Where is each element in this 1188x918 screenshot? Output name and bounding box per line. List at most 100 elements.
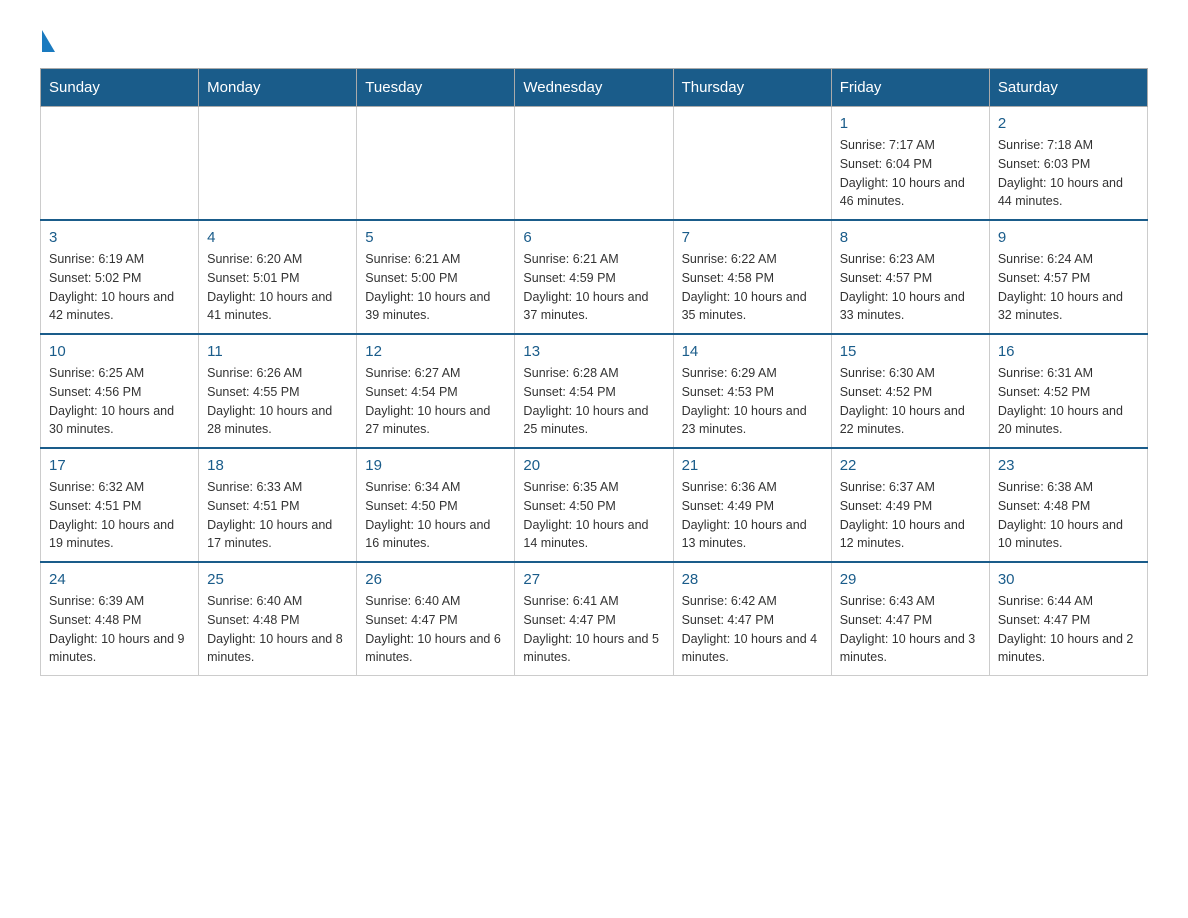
day-number: 25 <box>207 571 348 588</box>
header-cell-tuesday: Tuesday <box>357 69 515 107</box>
day-cell <box>673 107 831 221</box>
day-info: Sunrise: 6:42 AM Sunset: 4:47 PM Dayligh… <box>682 592 823 667</box>
day-info: Sunrise: 6:40 AM Sunset: 4:48 PM Dayligh… <box>207 592 348 667</box>
day-info: Sunrise: 6:41 AM Sunset: 4:47 PM Dayligh… <box>523 592 664 667</box>
day-info: Sunrise: 6:34 AM Sunset: 4:50 PM Dayligh… <box>365 478 506 553</box>
day-number: 14 <box>682 343 823 360</box>
day-number: 17 <box>49 457 190 474</box>
day-info: Sunrise: 6:37 AM Sunset: 4:49 PM Dayligh… <box>840 478 981 553</box>
day-number: 19 <box>365 457 506 474</box>
day-number: 13 <box>523 343 664 360</box>
day-cell: 16 Sunrise: 6:31 AM Sunset: 4:52 PM Dayli… <box>989 334 1147 448</box>
week-row-2: 3 Sunrise: 6:19 AM Sunset: 5:02 PM Daylig… <box>41 220 1148 334</box>
day-cell <box>41 107 199 221</box>
day-cell: 20 Sunrise: 6:35 AM Sunset: 4:50 PM Dayli… <box>515 448 673 562</box>
day-cell: 30 Sunrise: 6:44 AM Sunset: 4:47 PM Dayli… <box>989 562 1147 676</box>
day-cell: 14Sunrise: 6:29 AM Sunset: 4:53 PM Dayli… <box>673 334 831 448</box>
day-cell: 4Sunrise: 6:20 AM Sunset: 5:01 PM Daylig… <box>199 220 357 334</box>
day-cell: 13 Sunrise: 6:28 AM Sunset: 4:54 PM Dayli… <box>515 334 673 448</box>
day-cell: 10 Sunrise: 6:25 AM Sunset: 4:56 PM Dayli… <box>41 334 199 448</box>
day-info: Sunrise: 6:38 AM Sunset: 4:48 PM Dayligh… <box>998 478 1139 553</box>
day-info: Sunrise: 6:20 AM Sunset: 5:01 PM Dayligh… <box>207 250 348 325</box>
day-info: Sunrise: 6:27 AM Sunset: 4:54 PM Dayligh… <box>365 364 506 439</box>
header-cell-thursday: Thursday <box>673 69 831 107</box>
day-info: Sunrise: 6:39 AM Sunset: 4:48 PM Dayligh… <box>49 592 190 667</box>
day-number: 3 <box>49 229 190 246</box>
day-number: 27 <box>523 571 664 588</box>
day-number: 21 <box>682 457 823 474</box>
day-cell <box>357 107 515 221</box>
header-cell-monday: Monday <box>199 69 357 107</box>
day-number: 5 <box>365 229 506 246</box>
day-cell: 24 Sunrise: 6:39 AM Sunset: 4:48 PM Dayli… <box>41 562 199 676</box>
day-info: Sunrise: 6:24 AM Sunset: 4:57 PM Dayligh… <box>998 250 1139 325</box>
day-cell: 29 Sunrise: 6:43 AM Sunset: 4:47 PM Dayli… <box>831 562 989 676</box>
day-number: 7 <box>682 229 823 246</box>
day-cell: 18Sunrise: 6:33 AM Sunset: 4:51 PM Dayli… <box>199 448 357 562</box>
day-info: Sunrise: 6:26 AM Sunset: 4:55 PM Dayligh… <box>207 364 348 439</box>
calendar-table: SundayMondayTuesdayWednesdayThursdayFrid… <box>40 68 1148 676</box>
day-cell <box>199 107 357 221</box>
day-number: 8 <box>840 229 981 246</box>
day-number: 30 <box>998 571 1139 588</box>
day-info: Sunrise: 6:43 AM Sunset: 4:47 PM Dayligh… <box>840 592 981 667</box>
week-row-5: 24 Sunrise: 6:39 AM Sunset: 4:48 PM Dayli… <box>41 562 1148 676</box>
day-info: Sunrise: 6:30 AM Sunset: 4:52 PM Dayligh… <box>840 364 981 439</box>
day-info: Sunrise: 6:31 AM Sunset: 4:52 PM Dayligh… <box>998 364 1139 439</box>
day-info: Sunrise: 6:32 AM Sunset: 4:51 PM Dayligh… <box>49 478 190 553</box>
day-number: 28 <box>682 571 823 588</box>
day-cell: 7 Sunrise: 6:22 AM Sunset: 4:58 PM Daylig… <box>673 220 831 334</box>
day-cell: 28 Sunrise: 6:42 AM Sunset: 4:47 PM Dayli… <box>673 562 831 676</box>
day-info: Sunrise: 6:36 AM Sunset: 4:49 PM Dayligh… <box>682 478 823 553</box>
day-info: Sunrise: 6:21 AM Sunset: 5:00 PM Dayligh… <box>365 250 506 325</box>
week-row-1: 1 Sunrise: 7:17 AM Sunset: 6:04 PM Daylig… <box>41 107 1148 221</box>
week-row-4: 17 Sunrise: 6:32 AM Sunset: 4:51 PM Dayli… <box>41 448 1148 562</box>
day-cell: 9 Sunrise: 6:24 AM Sunset: 4:57 PM Daylig… <box>989 220 1147 334</box>
day-cell: 22 Sunrise: 6:37 AM Sunset: 4:49 PM Dayli… <box>831 448 989 562</box>
day-cell: 2 Sunrise: 7:18 AM Sunset: 6:03 PM Daylig… <box>989 107 1147 221</box>
header-cell-saturday: Saturday <box>989 69 1147 107</box>
day-number: 23 <box>998 457 1139 474</box>
day-cell: 25 Sunrise: 6:40 AM Sunset: 4:48 PM Dayli… <box>199 562 357 676</box>
day-info: Sunrise: 6:19 AM Sunset: 5:02 PM Dayligh… <box>49 250 190 325</box>
logo-triangle-icon <box>42 30 55 52</box>
day-cell: 11Sunrise: 6:26 AM Sunset: 4:55 PM Dayli… <box>199 334 357 448</box>
day-cell: 21 Sunrise: 6:36 AM Sunset: 4:49 PM Dayli… <box>673 448 831 562</box>
day-info: Sunrise: 6:22 AM Sunset: 4:58 PM Dayligh… <box>682 250 823 325</box>
day-info: Sunrise: 7:18 AM Sunset: 6:03 PM Dayligh… <box>998 136 1139 211</box>
day-cell: 5 Sunrise: 6:21 AM Sunset: 5:00 PM Daylig… <box>357 220 515 334</box>
day-number: 22 <box>840 457 981 474</box>
day-info: Sunrise: 6:44 AM Sunset: 4:47 PM Dayligh… <box>998 592 1139 667</box>
calendar-body: 1 Sunrise: 7:17 AM Sunset: 6:04 PM Daylig… <box>41 107 1148 676</box>
header <box>40 30 1148 48</box>
day-number: 15 <box>840 343 981 360</box>
day-cell: 15 Sunrise: 6:30 AM Sunset: 4:52 PM Dayli… <box>831 334 989 448</box>
day-cell: 23 Sunrise: 6:38 AM Sunset: 4:48 PM Dayli… <box>989 448 1147 562</box>
day-info: Sunrise: 6:23 AM Sunset: 4:57 PM Dayligh… <box>840 250 981 325</box>
day-cell: 3 Sunrise: 6:19 AM Sunset: 5:02 PM Daylig… <box>41 220 199 334</box>
day-info: Sunrise: 7:17 AM Sunset: 6:04 PM Dayligh… <box>840 136 981 211</box>
day-number: 29 <box>840 571 981 588</box>
day-cell: 1 Sunrise: 7:17 AM Sunset: 6:04 PM Daylig… <box>831 107 989 221</box>
logo <box>40 30 55 52</box>
calendar-header: SundayMondayTuesdayWednesdayThursdayFrid… <box>41 69 1148 107</box>
day-number: 2 <box>998 115 1139 132</box>
day-info: Sunrise: 6:21 AM Sunset: 4:59 PM Dayligh… <box>523 250 664 325</box>
day-number: 24 <box>49 571 190 588</box>
day-info: Sunrise: 6:40 AM Sunset: 4:47 PM Dayligh… <box>365 592 506 667</box>
day-number: 26 <box>365 571 506 588</box>
day-number: 1 <box>840 115 981 132</box>
day-number: 6 <box>523 229 664 246</box>
day-info: Sunrise: 6:33 AM Sunset: 4:51 PM Dayligh… <box>207 478 348 553</box>
day-cell: 6 Sunrise: 6:21 AM Sunset: 4:59 PM Daylig… <box>515 220 673 334</box>
week-row-3: 10 Sunrise: 6:25 AM Sunset: 4:56 PM Dayli… <box>41 334 1148 448</box>
day-info: Sunrise: 6:28 AM Sunset: 4:54 PM Dayligh… <box>523 364 664 439</box>
day-number: 9 <box>998 229 1139 246</box>
day-number: 16 <box>998 343 1139 360</box>
day-info: Sunrise: 6:25 AM Sunset: 4:56 PM Dayligh… <box>49 364 190 439</box>
header-cell-sunday: Sunday <box>41 69 199 107</box>
day-number: 10 <box>49 343 190 360</box>
day-number: 20 <box>523 457 664 474</box>
day-info: Sunrise: 6:35 AM Sunset: 4:50 PM Dayligh… <box>523 478 664 553</box>
header-row: SundayMondayTuesdayWednesdayThursdayFrid… <box>41 69 1148 107</box>
